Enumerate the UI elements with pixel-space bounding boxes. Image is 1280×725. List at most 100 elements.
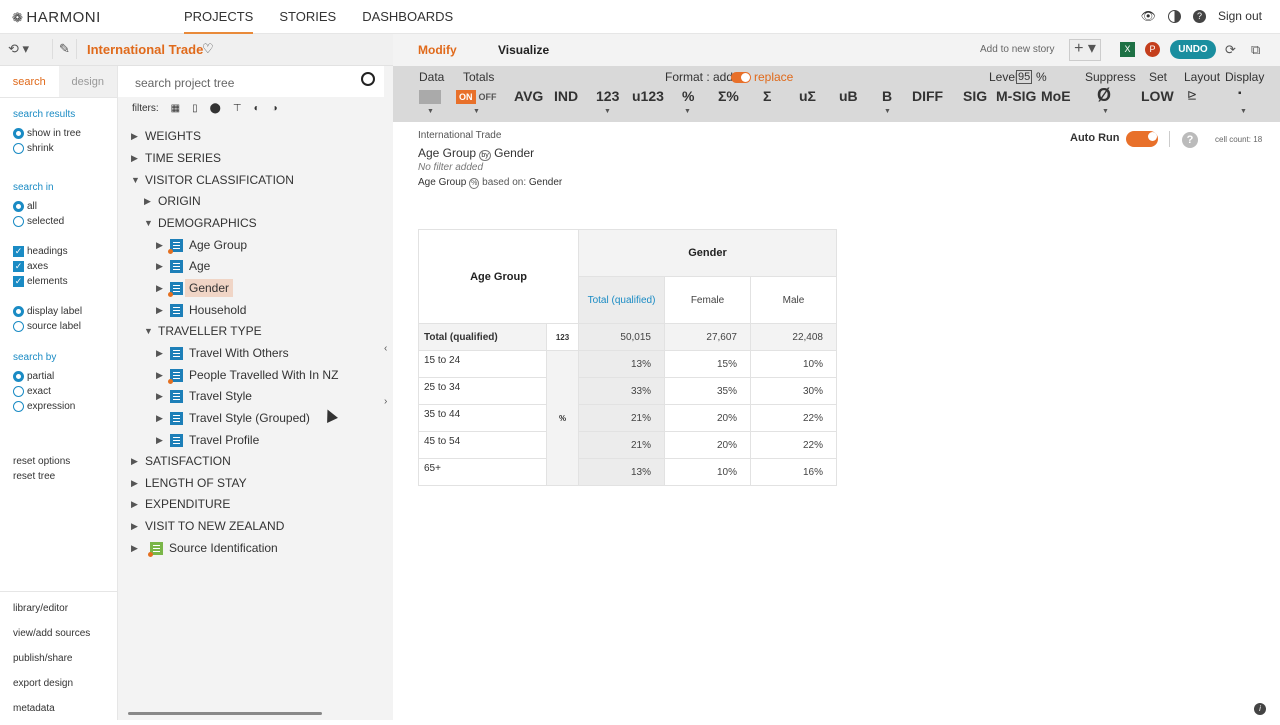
- brand-logo[interactable]: ❁ HARMONI: [12, 9, 101, 26]
- tab-search[interactable]: search: [0, 66, 59, 97]
- sum-percent-button[interactable]: Σ%: [718, 88, 739, 104]
- add-story-button[interactable]: + ▾: [1069, 39, 1101, 61]
- ind-button[interactable]: IND: [554, 88, 578, 104]
- tree-node-travel-with-others[interactable]: ▶ Travel With Others: [156, 346, 289, 360]
- contrast-icon[interactable]: [1167, 9, 1181, 23]
- sum-button[interactable]: Σ: [763, 88, 771, 104]
- dark-toggle-filter-icon[interactable]: ◑: [272, 103, 278, 114]
- column-header-male[interactable]: Male: [750, 276, 837, 324]
- tree-scrollbar[interactable]: [128, 712, 322, 715]
- auto-run-toggle[interactable]: [1126, 131, 1158, 147]
- help-icon[interactable]: ?: [1192, 9, 1206, 23]
- avg-button[interactable]: AVG: [514, 88, 543, 104]
- reset-tree-link[interactable]: reset tree: [13, 471, 55, 482]
- tab-modify[interactable]: Modify: [418, 43, 457, 57]
- publish-share-link[interactable]: publish/share: [0, 642, 117, 667]
- export-design-link[interactable]: export design: [0, 667, 117, 692]
- location-filter-icon[interactable]: ⬤: [210, 103, 221, 114]
- undo-button[interactable]: UNDO: [1170, 40, 1216, 59]
- chevron-down-icon[interactable]: ▼: [1240, 108, 1247, 115]
- unweighted-sum-button[interactable]: uΣ: [799, 88, 816, 104]
- tree-node-weights[interactable]: ▶ WEIGHTS: [131, 129, 201, 143]
- option-source-label[interactable]: source label: [13, 319, 117, 334]
- nav-projects[interactable]: PROJECTS: [184, 0, 254, 34]
- data-layout-icon[interactable]: [419, 90, 441, 104]
- library-editor-link[interactable]: library/editor: [0, 592, 117, 617]
- chevron-down-icon[interactable]: ▼: [884, 108, 891, 115]
- layout-chart-icon[interactable]: ⊵: [1187, 88, 1197, 102]
- expand-arrow-icon[interactable]: ▶: [156, 305, 170, 316]
- percent-button[interactable]: %: [682, 88, 694, 104]
- totals-toggle[interactable]: ON OFF: [456, 90, 500, 104]
- row-total-label[interactable]: Total (qualified): [418, 323, 547, 351]
- popout-icon[interactable]: ⧉: [1251, 42, 1260, 58]
- low-button[interactable]: LOW: [1141, 88, 1174, 104]
- refresh-icon[interactable]: ⟳: [1225, 42, 1236, 58]
- tree-node-travel-style[interactable]: ▶ Travel Style: [156, 389, 252, 403]
- tree-node-length-of-stay[interactable]: ▶ LENGTH OF STAY: [131, 476, 247, 490]
- option-display-label[interactable]: display label: [13, 304, 117, 319]
- metadata-link[interactable]: metadata: [0, 692, 117, 717]
- expand-arrow-icon[interactable]: ▶: [144, 196, 158, 207]
- ub-button[interactable]: uB: [839, 88, 858, 104]
- m-sig-button[interactable]: M-SIG: [996, 88, 1036, 104]
- tab-design[interactable]: design: [58, 66, 117, 97]
- tree-node-age-group[interactable]: ▶ Age Group: [156, 238, 247, 254]
- chevron-down-icon[interactable]: ▼: [473, 108, 480, 115]
- format-toggle[interactable]: [731, 72, 751, 83]
- check-elements[interactable]: ✓ elements: [13, 274, 117, 289]
- chevron-down-icon[interactable]: ▼: [684, 108, 691, 115]
- display-icon[interactable]: ▪: [1238, 88, 1242, 99]
- row-label[interactable]: 65+: [418, 458, 547, 486]
- tree-node-expenditure[interactable]: ▶ EXPENDITURE: [131, 497, 230, 511]
- view-add-sources-link[interactable]: view/add sources: [0, 617, 117, 642]
- unweighted-count-button[interactable]: u123: [632, 88, 664, 104]
- tab-visualize[interactable]: Visualize: [498, 43, 549, 57]
- search-input[interactable]: search project tree: [135, 76, 234, 90]
- favorite-heart-icon[interactable]: ♡: [202, 41, 214, 57]
- eye-icon[interactable]: 👁: [1141, 9, 1156, 23]
- collapse-arrow-icon[interactable]: ▼: [144, 218, 158, 228]
- option-expression[interactable]: expression: [13, 399, 117, 414]
- option-partial[interactable]: partial: [13, 369, 117, 384]
- tree-node-travel-profile[interactable]: ▶ Travel Profile: [156, 433, 259, 447]
- expand-arrow-icon[interactable]: ▶: [131, 131, 145, 142]
- column-filter-icon[interactable]: ▯: [192, 103, 198, 114]
- tree-node-origin[interactable]: ▶ ORIGIN: [144, 194, 201, 208]
- expand-arrow-icon[interactable]: ▶: [156, 413, 170, 424]
- column-header-female[interactable]: Female: [664, 276, 751, 324]
- collapse-arrow-icon[interactable]: ▼: [131, 175, 145, 185]
- expand-arrow-icon[interactable]: ▶: [131, 456, 145, 467]
- search-box[interactable]: search project tree: [118, 66, 384, 97]
- powerpoint-export-icon[interactable]: P: [1145, 42, 1160, 57]
- help-icon[interactable]: ?: [1182, 132, 1198, 148]
- sign-out-link[interactable]: Sign out: [1218, 9, 1262, 23]
- check-axes[interactable]: ✓ axes: [13, 259, 117, 274]
- option-show-in-tree[interactable]: show in tree: [13, 126, 117, 141]
- edit-icon[interactable]: ✎: [52, 39, 77, 59]
- b-button[interactable]: B: [882, 88, 892, 104]
- collapse-arrow-icon[interactable]: ▼: [144, 326, 158, 336]
- column-variable-header[interactable]: Gender: [578, 229, 837, 277]
- chevron-down-icon[interactable]: ▼: [604, 108, 611, 115]
- level-value[interactable]: 95: [1016, 70, 1033, 84]
- row-label[interactable]: 35 to 44: [418, 404, 547, 432]
- expand-arrow-icon[interactable]: ▶: [156, 348, 170, 359]
- expand-arrow-icon[interactable]: ▶: [131, 153, 145, 164]
- tree-node-source-identification[interactable]: ▶ Source Identification: [131, 541, 278, 557]
- row-label[interactable]: 25 to 34: [418, 377, 547, 405]
- collapse-panel-icon[interactable]: ‹: [384, 343, 387, 354]
- row-label[interactable]: 45 to 54: [418, 431, 547, 459]
- expand-arrow-icon[interactable]: ▶: [156, 435, 170, 446]
- option-selected[interactable]: selected: [13, 214, 117, 229]
- expand-arrow-icon[interactable]: ▶: [156, 391, 170, 402]
- tree-node-travel-style-grouped[interactable]: ▶ Travel Style (Grouped): [156, 411, 310, 425]
- search-icon[interactable]: [361, 72, 375, 86]
- expand-arrow-icon[interactable]: ▶: [156, 261, 170, 272]
- tree-node-demographics[interactable]: ▼ DEMOGRAPHICS: [144, 216, 257, 230]
- nav-dashboards[interactable]: DASHBOARDS: [362, 0, 453, 34]
- info-icon[interactable]: i: [1254, 703, 1266, 715]
- column-header-total[interactable]: Total (qualified): [578, 276, 665, 324]
- option-shrink[interactable]: shrink: [13, 141, 117, 156]
- history-icon[interactable]: ⟲ ▾: [8, 41, 29, 57]
